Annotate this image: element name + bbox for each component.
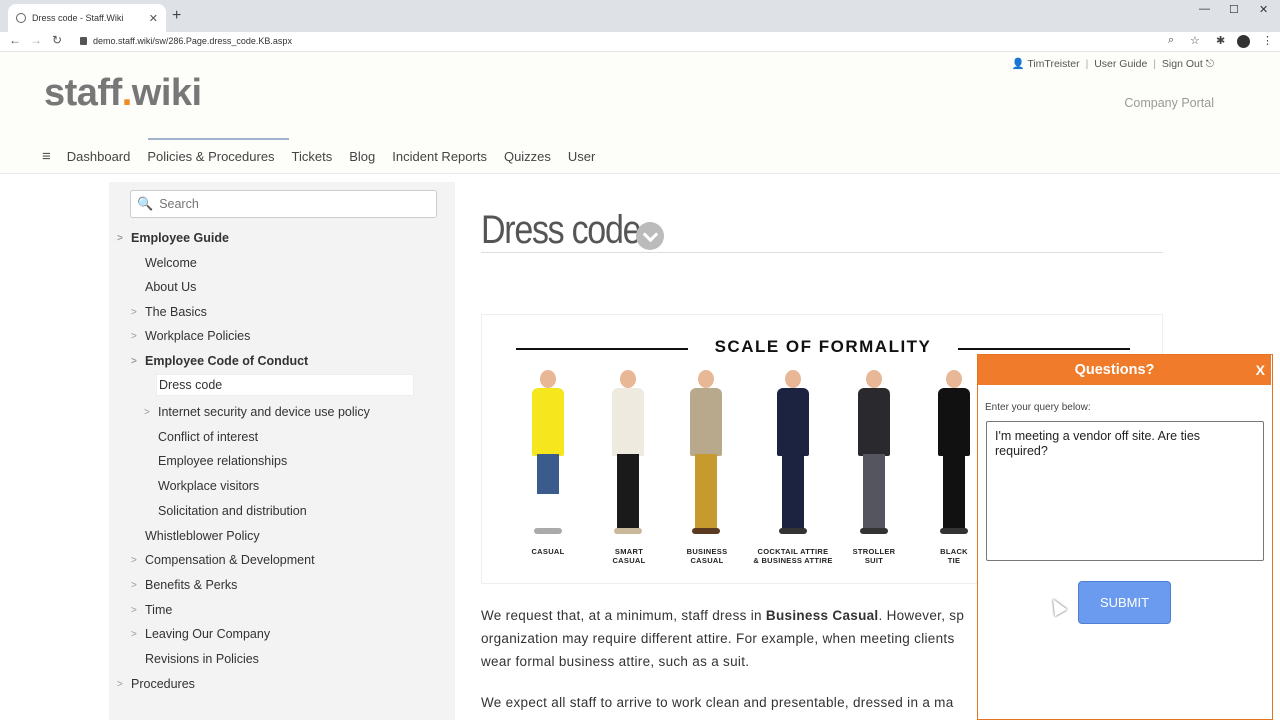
logo[interactable]: staff.wiki [44, 72, 202, 115]
new-tab-icon[interactable]: + [172, 7, 181, 25]
back-icon[interactable]: ← [9, 33, 21, 47]
label-casual: CASUAL [531, 547, 565, 556]
zoom-icon[interactable]: ⌕ [1168, 34, 1174, 47]
label-business-casual: BUSINESS CASUAL [686, 547, 728, 565]
nav-quizzes[interactable]: Quizzes [504, 149, 551, 164]
tab-title: Dress code - Staff.Wiki [32, 13, 124, 23]
sign-out-icon: ⎋ [1205, 58, 1214, 70]
star-icon[interactable]: ☆ [1190, 34, 1200, 47]
title-divider [481, 252, 1163, 253]
sidebar-item-benefits[interactable]: > Benefits & Perks [131, 574, 237, 596]
figure-casual [526, 370, 570, 538]
sidebar-item-workplace-policies[interactable]: > Workplace Policies [131, 325, 250, 347]
chevron-right-icon: > [144, 406, 150, 418]
sign-out-link[interactable]: Sign Out [1162, 58, 1203, 70]
page-title: Dress code [481, 208, 641, 252]
questions-close-button[interactable]: X [1256, 362, 1265, 378]
questions-title: Questions? [1074, 362, 1155, 378]
label-cocktail-attire: COCKTAIL ATTIRE & BUSINESS ATTIRE [753, 547, 833, 565]
sidebar-item-procedures[interactable]: > Procedures [117, 673, 195, 695]
sidebar-item-internet-security[interactable]: > Internet security and device use policy [144, 401, 370, 423]
minimize-icon[interactable]: — [1199, 3, 1210, 15]
label-smart-casual: SMART CASUAL [612, 547, 646, 565]
figure-black-tie [932, 370, 976, 538]
sidebar-item-the-basics[interactable]: > The Basics [131, 301, 207, 323]
user-links: 👤 TimTreister | User Guide | Sign Out ⎋ [1011, 58, 1214, 70]
chevron-right-icon: > [117, 232, 123, 244]
sidebar: 🔍 >Employee Guide Welcome About Us >The … [109, 182, 455, 720]
query-textarea[interactable]: I'm meeting a vendor off site. Are ties … [986, 421, 1264, 561]
nav-tickets[interactable]: Tickets [292, 149, 333, 164]
forward-icon[interactable]: → [30, 33, 42, 47]
nav-user[interactable]: User [568, 149, 595, 164]
figure-cocktail-attire [771, 370, 815, 538]
maximize-icon[interactable]: ☐ [1229, 3, 1239, 16]
sidebar-item-compensation[interactable]: > Compensation & Development [131, 549, 315, 571]
window-close-icon[interactable]: ✕ [1259, 3, 1268, 16]
chevron-right-icon: > [117, 678, 123, 690]
chevron-right-icon: > [131, 554, 137, 566]
questions-header: Questions? X [978, 355, 1271, 385]
nav-dashboard[interactable]: Dashboard [67, 149, 131, 164]
sidebar-item-workplace-visitors[interactable]: Workplace visitors [158, 475, 259, 497]
search-icon: 🔍 [137, 196, 154, 211]
url-field[interactable]: demo.staff.wiki/sw/286.Page.dress_code.K… [80, 36, 292, 46]
chevron-right-icon: > [131, 604, 137, 616]
sidebar-item-employee-guide[interactable]: > Employee Guide [117, 227, 229, 249]
sidebar-item-code-of-conduct[interactable]: > Employee Code of Conduct [131, 350, 308, 372]
extensions-icon[interactable]: ✱ [1216, 34, 1225, 47]
address-bar: ← → ↻ demo.staff.wiki/sw/286.Page.dress_… [0, 32, 1280, 52]
sidebar-item-dress-code[interactable]: Dress code [156, 374, 414, 396]
browser-tab[interactable]: Dress code - Staff.Wiki ✕ [8, 4, 166, 32]
search-input[interactable] [159, 197, 420, 211]
sidebar-item-welcome[interactable]: Welcome [145, 252, 197, 274]
nav-blog[interactable]: Blog [349, 149, 375, 164]
sidebar-item-about-us[interactable]: About Us [145, 276, 196, 298]
figure-business-casual [684, 370, 728, 538]
sidebar-item-time[interactable]: > Time [131, 599, 172, 621]
chevron-right-icon: > [131, 579, 137, 591]
active-nav-indicator [148, 138, 289, 140]
user-guide-link[interactable]: User Guide [1094, 58, 1147, 70]
submit-button[interactable]: SUBMIT [1078, 581, 1171, 624]
chevron-right-icon: > [131, 330, 137, 342]
figure-stroller-suit [852, 370, 896, 538]
figure-smart-casual [606, 370, 650, 538]
chevron-right-icon: > [131, 306, 137, 318]
chevron-right-icon: > [131, 355, 137, 367]
site-header: staff.wiki 👤 TimTreister | User Guide | … [0, 52, 1280, 174]
sidebar-item-whistleblower[interactable]: Whistleblower Policy [145, 525, 260, 547]
nav-policies-procedures[interactable]: Policies & Procedures [147, 149, 274, 164]
url-text: demo.staff.wiki/sw/286.Page.dress_code.K… [93, 36, 292, 46]
sidebar-item-employee-relationships[interactable]: Employee relationships [158, 450, 287, 472]
lock-icon [80, 37, 87, 45]
sidebar-item-revisions[interactable]: Revisions in Policies [145, 648, 259, 670]
sidebar-item-leaving[interactable]: > Leaving Our Company [131, 623, 270, 645]
label-stroller-suit: STROLLER SUIT [852, 547, 896, 565]
user-icon: 👤 [1011, 58, 1025, 70]
company-portal-link[interactable]: Company Portal [1124, 96, 1214, 110]
sidebar-item-conflict-of-interest[interactable]: Conflict of interest [158, 426, 258, 448]
browser-menu-icon[interactable]: ⋮ [1262, 34, 1273, 47]
questions-panel: Questions? X Enter your query below: I'm… [977, 354, 1273, 720]
nav-incident-reports[interactable]: Incident Reports [392, 149, 487, 164]
profile-icon[interactable] [1237, 35, 1250, 51]
globe-icon [16, 13, 26, 23]
browser-tab-strip: Dress code - Staff.Wiki ✕ + — ☐ ✕ [0, 0, 1280, 32]
main-nav: ≡ Dashboard Policies & Procedures Ticket… [42, 148, 612, 165]
hamburger-menu-icon[interactable]: ≡ [42, 148, 51, 165]
tab-close-icon[interactable]: ✕ [149, 12, 158, 25]
sidebar-item-solicitation[interactable]: Solicitation and distribution [158, 500, 307, 522]
sidebar-search: 🔍 [130, 190, 437, 218]
reload-icon[interactable]: ↻ [52, 33, 62, 47]
user-name-link[interactable]: TimTreister [1027, 58, 1079, 70]
query-label: Enter your query below: [985, 402, 1091, 413]
chevron-down-icon[interactable] [636, 222, 664, 250]
chevron-right-icon: > [131, 628, 137, 640]
